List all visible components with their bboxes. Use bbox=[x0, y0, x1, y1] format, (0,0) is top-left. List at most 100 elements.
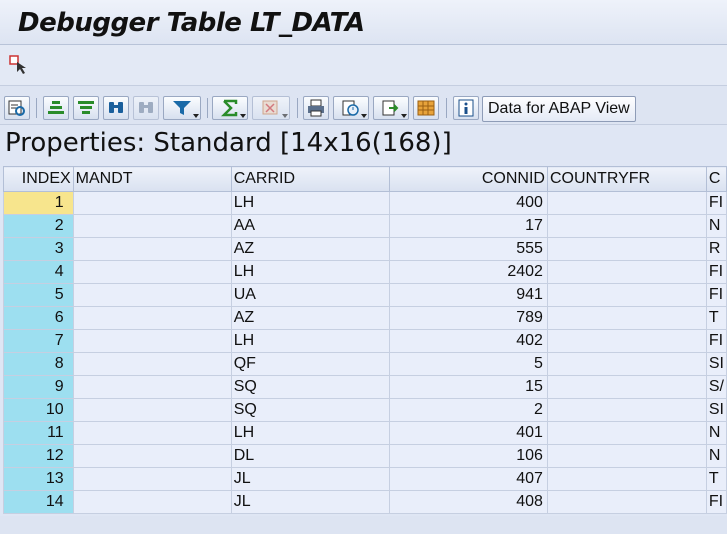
cell-mandt[interactable] bbox=[72, 467, 232, 491]
cell-index[interactable]: 8 bbox=[3, 352, 74, 376]
find-button[interactable] bbox=[103, 96, 129, 120]
cell-connid[interactable]: 5 bbox=[388, 352, 548, 376]
views-button[interactable] bbox=[333, 96, 369, 120]
cell-countryfr[interactable] bbox=[546, 352, 707, 376]
cell-connid[interactable]: 789 bbox=[388, 306, 548, 330]
cell-countryfr[interactable] bbox=[546, 444, 707, 468]
table-row[interactable]: 14 JL 408 FI bbox=[3, 490, 727, 514]
cell-mandt[interactable] bbox=[72, 214, 232, 238]
cell-carrid[interactable]: QF bbox=[230, 352, 390, 376]
cell-next[interactable]: FI bbox=[705, 490, 727, 514]
cell-countryfr[interactable] bbox=[546, 283, 707, 307]
table-row[interactable]: 8 QF 5 SI bbox=[3, 352, 727, 376]
cell-connid[interactable]: 555 bbox=[388, 237, 548, 261]
cell-mandt[interactable] bbox=[72, 352, 232, 376]
table-row[interactable]: 1 LH 400 FI bbox=[3, 191, 727, 215]
cell-next[interactable]: R bbox=[705, 237, 727, 261]
cell-mandt[interactable] bbox=[72, 260, 232, 284]
find-next-button[interactable] bbox=[133, 96, 159, 120]
table-row[interactable]: 13 JL 407 T bbox=[3, 467, 727, 491]
cell-index[interactable]: 4 bbox=[3, 260, 74, 284]
cell-carrid[interactable]: LH bbox=[230, 329, 390, 353]
cell-countryfr[interactable] bbox=[546, 421, 707, 445]
subtotals-button[interactable] bbox=[252, 96, 290, 120]
cell-index[interactable]: 13 bbox=[3, 467, 74, 491]
table-row[interactable]: 3 AZ 555 R bbox=[3, 237, 727, 261]
cell-index[interactable]: 1 bbox=[3, 191, 74, 215]
cell-carrid[interactable]: JL bbox=[230, 467, 390, 491]
table-row[interactable]: 7 LH 402 FI bbox=[3, 329, 727, 353]
layout-button[interactable] bbox=[413, 96, 439, 120]
cell-next[interactable]: SI bbox=[705, 398, 727, 422]
cell-next[interactable]: FI bbox=[705, 191, 727, 215]
details-button[interactable] bbox=[4, 96, 30, 120]
cell-carrid[interactable]: DL bbox=[230, 444, 390, 468]
cell-carrid[interactable]: SQ bbox=[230, 398, 390, 422]
cell-next[interactable]: FI bbox=[705, 329, 727, 353]
cell-next[interactable]: FI bbox=[705, 283, 727, 307]
cell-countryfr[interactable] bbox=[546, 467, 707, 491]
cell-countryfr[interactable] bbox=[546, 306, 707, 330]
cell-mandt[interactable] bbox=[72, 283, 232, 307]
cell-connid[interactable]: 15 bbox=[388, 375, 548, 399]
cell-next[interactable]: N bbox=[705, 421, 727, 445]
cell-connid[interactable]: 407 bbox=[388, 467, 548, 491]
cell-index[interactable]: 6 bbox=[3, 306, 74, 330]
print-button[interactable] bbox=[303, 96, 329, 120]
column-header-carrid[interactable]: CARRID bbox=[230, 166, 390, 192]
cell-index[interactable]: 11 bbox=[3, 421, 74, 445]
cell-next[interactable]: S/ bbox=[705, 375, 727, 399]
cell-carrid[interactable]: LH bbox=[230, 421, 390, 445]
sort-descending-button[interactable] bbox=[73, 96, 99, 120]
cell-connid[interactable]: 2 bbox=[388, 398, 548, 422]
cell-mandt[interactable] bbox=[72, 375, 232, 399]
cell-next[interactable]: N bbox=[705, 214, 727, 238]
cell-countryfr[interactable] bbox=[546, 490, 707, 514]
cell-carrid[interactable]: AA bbox=[230, 214, 390, 238]
info-button[interactable] bbox=[453, 96, 479, 120]
cell-connid[interactable]: 17 bbox=[388, 214, 548, 238]
cell-carrid[interactable]: UA bbox=[230, 283, 390, 307]
cell-next[interactable]: T bbox=[705, 306, 727, 330]
cell-countryfr[interactable] bbox=[546, 214, 707, 238]
cell-carrid[interactable]: AZ bbox=[230, 237, 390, 261]
column-header-countryfr[interactable]: COUNTRYFR bbox=[546, 166, 707, 192]
cell-countryfr[interactable] bbox=[546, 237, 707, 261]
cell-connid[interactable]: 941 bbox=[388, 283, 548, 307]
cell-countryfr[interactable] bbox=[546, 375, 707, 399]
cell-carrid[interactable]: AZ bbox=[230, 306, 390, 330]
cell-next[interactable]: N bbox=[705, 444, 727, 468]
cell-mandt[interactable] bbox=[72, 306, 232, 330]
cell-index[interactable]: 3 bbox=[3, 237, 74, 261]
table-row[interactable]: 9 SQ 15 S/ bbox=[3, 375, 727, 399]
sort-ascending-button[interactable] bbox=[43, 96, 69, 120]
table-row[interactable]: 10 SQ 2 SI bbox=[3, 398, 727, 422]
cell-connid[interactable]: 400 bbox=[388, 191, 548, 215]
table-row[interactable]: 6 AZ 789 T bbox=[3, 306, 727, 330]
cell-countryfr[interactable] bbox=[546, 191, 707, 215]
cell-countryfr[interactable] bbox=[546, 398, 707, 422]
column-header-next[interactable]: C bbox=[705, 166, 727, 192]
cell-index[interactable]: 12 bbox=[3, 444, 74, 468]
cell-mandt[interactable] bbox=[72, 398, 232, 422]
cell-next[interactable]: T bbox=[705, 467, 727, 491]
cell-connid[interactable]: 408 bbox=[388, 490, 548, 514]
cell-mandt[interactable] bbox=[72, 421, 232, 445]
cell-mandt[interactable] bbox=[72, 329, 232, 353]
cell-connid[interactable]: 2402 bbox=[388, 260, 548, 284]
cell-countryfr[interactable] bbox=[546, 329, 707, 353]
cell-carrid[interactable]: JL bbox=[230, 490, 390, 514]
table-row[interactable]: 2 AA 17 N bbox=[3, 214, 727, 238]
filter-button[interactable] bbox=[163, 96, 201, 120]
data-for-abap-view-button[interactable]: Data for ABAP View bbox=[482, 96, 636, 122]
cell-mandt[interactable] bbox=[72, 191, 232, 215]
cell-index[interactable]: 9 bbox=[3, 375, 74, 399]
table-row[interactable]: 12 DL 106 N bbox=[3, 444, 727, 468]
select-cursor-icon[interactable] bbox=[8, 53, 30, 75]
cell-index[interactable]: 7 bbox=[3, 329, 74, 353]
cell-countryfr[interactable] bbox=[546, 260, 707, 284]
cell-mandt[interactable] bbox=[72, 444, 232, 468]
cell-mandt[interactable] bbox=[72, 237, 232, 261]
cell-connid[interactable]: 106 bbox=[388, 444, 548, 468]
table-row[interactable]: 4 LH 2402 FI bbox=[3, 260, 727, 284]
